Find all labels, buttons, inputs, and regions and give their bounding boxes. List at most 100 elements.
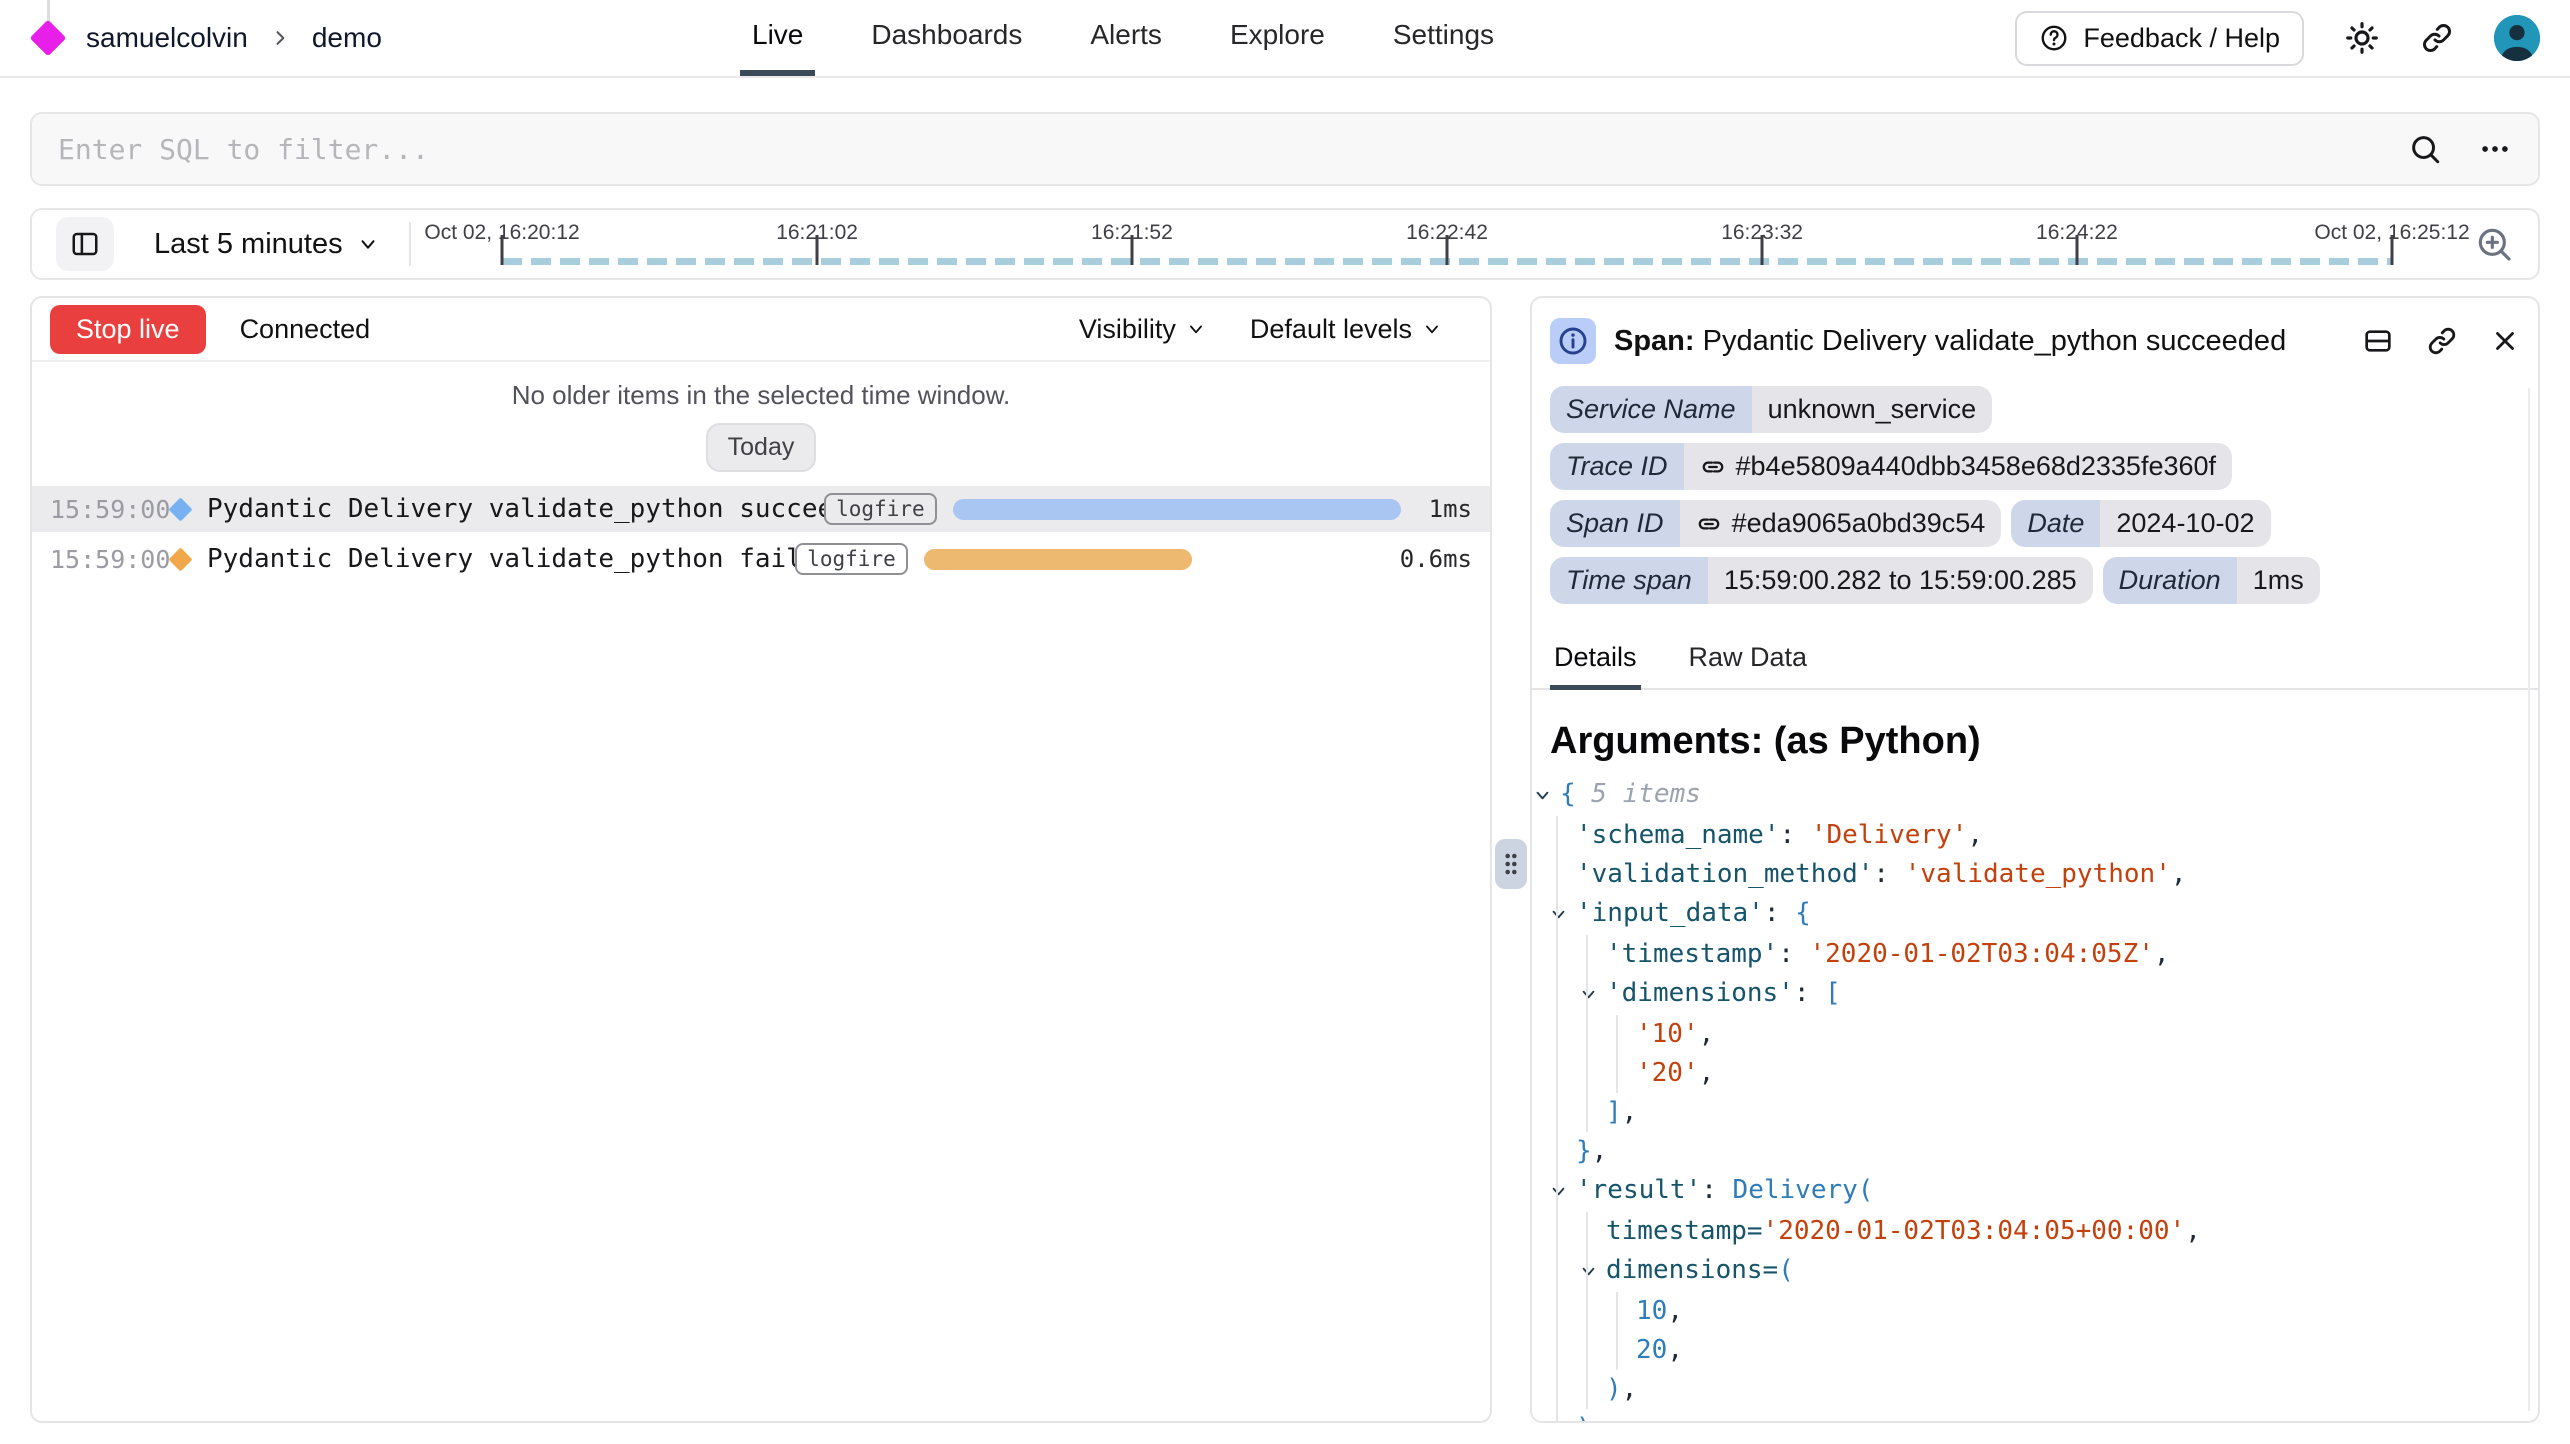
feedback-help-button[interactable]: Feedback / Help <box>2015 11 2304 66</box>
badge-value: 2024-10-02 <box>2100 500 2270 547</box>
meta-badge-date: Date2024-10-02 <box>2011 500 2270 547</box>
duration-label: 0.6ms <box>1400 545 1472 573</box>
badge-value[interactable]: #eda9065a0bd39c54 <box>1680 500 2002 547</box>
sql-filter-input[interactable] <box>58 133 2372 166</box>
json-token-key: 'validation_method' <box>1576 859 1873 889</box>
nav-tab-alerts[interactable]: Alerts <box>1078 0 1174 76</box>
logfire-logo-icon[interactable] <box>30 0 66 77</box>
user-avatar[interactable] <box>2494 15 2540 61</box>
json-token-str: 'validate_python' <box>1905 859 2171 889</box>
json-token-plain: , <box>1622 1374 1638 1404</box>
duration-bar <box>953 499 1401 520</box>
json-tree-line: ], <box>1532 1093 2538 1132</box>
row-view-icon[interactable] <box>2362 325 2394 357</box>
badge-value-text: unknown_service <box>1768 394 1977 425</box>
badge-value[interactable]: #b4e5809a440dbb3458e68d2335fe360f <box>1684 443 2233 490</box>
badge-value-text: 15:59:00.282 to 15:59:00.285 <box>1724 565 2077 596</box>
close-icon[interactable] <box>2490 326 2520 356</box>
nav-tab-live[interactable]: Live <box>740 0 815 76</box>
badge-label: Service Name <box>1550 386 1752 433</box>
duration-bar-track <box>924 549 1386 570</box>
indent-guide <box>1586 974 1588 1015</box>
default-levels-dropdown[interactable]: Default levels <box>1250 314 1442 345</box>
json-tree-line: 10, <box>1532 1292 2538 1331</box>
json-tree-line: 'timestamp': '2020-01-02T03:04:05Z', <box>1532 935 2538 974</box>
badge-label: Duration <box>2103 557 2237 604</box>
collapse-chevron-icon[interactable] <box>1550 1173 1576 1212</box>
indent-guide <box>1556 1132 1558 1171</box>
json-tree-line: 'schema_name': 'Delivery', <box>1532 816 2538 855</box>
json-token-key: dimensions= <box>1606 1255 1778 1285</box>
json-tree-line[interactable]: dimensions=( <box>1532 1251 2538 1292</box>
scrollbar-track[interactable] <box>2528 388 2530 1411</box>
search-icon[interactable] <box>2408 132 2442 166</box>
scope-tag: logfire <box>795 543 908 575</box>
timeline-tick-mark <box>1130 235 1133 265</box>
json-token-plain: , <box>1592 1136 1608 1166</box>
collapse-chevron-icon[interactable] <box>1580 1253 1606 1292</box>
duration-bar-track <box>953 499 1415 520</box>
timeline[interactable]: Oct 02, 16:20:1216:21:0216:21:5216:22:42… <box>502 210 2392 278</box>
detail-tab-raw-data[interactable]: Raw Data <box>1685 634 1812 690</box>
link-icon[interactable] <box>1700 454 1726 480</box>
json-token-key: 'input_data' <box>1576 898 1764 928</box>
nav-tab-explore[interactable]: Explore <box>1218 0 1337 76</box>
badge-value-text: #eda9065a0bd39c54 <box>1732 508 1986 539</box>
json-token-key: 'schema_name' <box>1576 820 1780 850</box>
project-name[interactable]: demo <box>312 22 382 54</box>
badge-value-text: 1ms <box>2253 565 2304 596</box>
log-rows-list: 15:59:00Pydantic Delivery validate_pytho… <box>32 486 1490 582</box>
link-icon[interactable] <box>1696 511 1722 537</box>
json-token-plain: , <box>2171 859 2187 889</box>
meta-badge-service-name: Service Name unknown_service <box>1550 386 1992 433</box>
indent-guide <box>1586 1251 1588 1292</box>
badge-label: Time span <box>1550 557 1708 604</box>
detail-tab-details[interactable]: Details <box>1550 634 1641 690</box>
json-tree-line[interactable]: 'result': Delivery( <box>1532 1171 2538 1212</box>
badge-value: 1ms <box>2237 557 2320 604</box>
share-link-icon[interactable] <box>2420 21 2454 55</box>
indent-guide <box>1556 1093 1558 1132</box>
json-tree-line[interactable]: 'dimensions': [ <box>1532 974 2538 1015</box>
json-token-plain: : <box>1873 859 1904 889</box>
timeline-tick-mark <box>1761 235 1764 265</box>
theme-toggle-sun-icon[interactable] <box>2344 20 2380 56</box>
splitter-drag-handle-icon[interactable] <box>1495 839 1527 889</box>
json-token-key: 'timestamp' <box>1606 939 1778 969</box>
span-detail-panel: Span: Pydantic Delivery validate_python … <box>1530 296 2540 1423</box>
collapse-chevron-icon[interactable] <box>1550 896 1576 935</box>
timeline-tick-mark <box>1446 235 1449 265</box>
indent-guide <box>1586 1292 1588 1331</box>
stop-live-button[interactable]: Stop live <box>50 305 206 354</box>
json-token-str: '2020-01-02T03:04:05Z' <box>1810 939 2154 969</box>
sidebar-toggle-icon[interactable] <box>56 217 114 271</box>
collapse-chevron-icon[interactable] <box>1534 777 1560 816</box>
live-view-panel: Stop live Connected Visibility Default l… <box>30 296 1492 1423</box>
json-token-plain: : <box>1701 1175 1732 1205</box>
span-meta-badges: Service Nameunknown_serviceTrace ID#b4e5… <box>1532 378 2538 618</box>
nav-tab-dashboards[interactable]: Dashboards <box>859 0 1034 76</box>
json-tree-line[interactable]: 'input_data': { <box>1532 894 2538 935</box>
json-tree-line: }, <box>1532 1132 2538 1171</box>
copy-link-icon[interactable] <box>2426 325 2458 357</box>
visibility-dropdown[interactable]: Visibility <box>1079 314 1206 345</box>
collapse-chevron-icon[interactable] <box>1580 976 1606 1015</box>
log-row[interactable]: 15:59:00Pydantic Delivery validate_pytho… <box>32 536 1490 582</box>
org-name[interactable]: samuelcolvin <box>86 22 248 54</box>
indent-guide <box>1556 1409 1558 1423</box>
badge-value: unknown_service <box>1752 386 1993 433</box>
time-range-dropdown[interactable]: Last 5 minutes <box>154 228 379 261</box>
filter-options-ellipsis-icon[interactable] <box>2478 132 2512 166</box>
indent-guide <box>1556 855 1558 894</box>
sql-filter-bar <box>30 112 2540 186</box>
indent-guide <box>1556 1292 1558 1331</box>
json-tree-line[interactable]: { 5 items <box>1532 775 2538 816</box>
json-tree-line: '10', <box>1532 1015 2538 1054</box>
zoom-in-icon[interactable] <box>2474 224 2514 264</box>
nav-tab-settings[interactable]: Settings <box>1381 0 1506 76</box>
question-circle-icon <box>2039 23 2069 53</box>
log-row[interactable]: 15:59:00Pydantic Delivery validate_pytho… <box>32 486 1490 532</box>
json-token-blue: { <box>1560 779 1576 809</box>
chevron-right-icon <box>270 28 290 48</box>
chevron-down-icon <box>1186 319 1206 339</box>
